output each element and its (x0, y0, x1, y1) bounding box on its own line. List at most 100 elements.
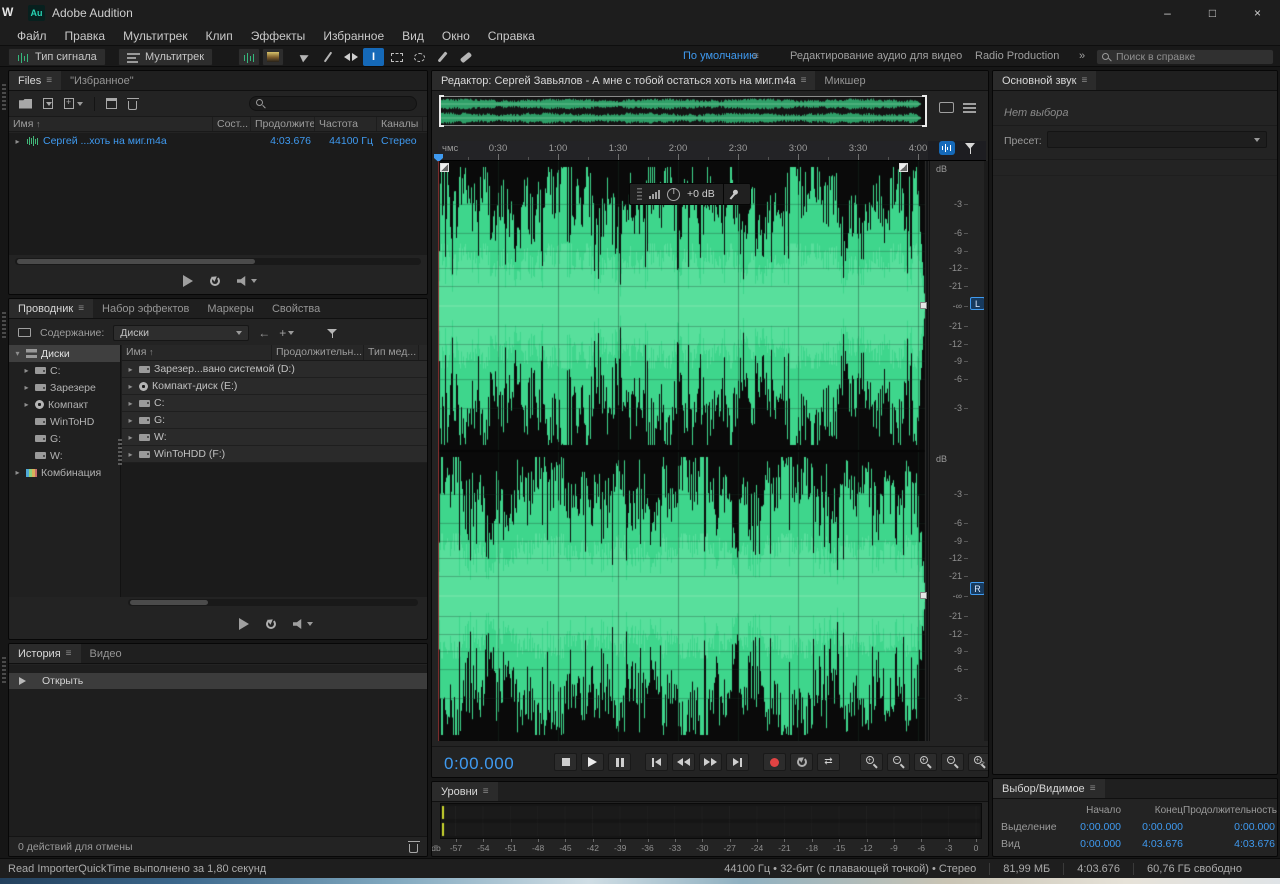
panel-menu-icon[interactable]: ≡ (801, 75, 807, 86)
panel-menu-icon[interactable]: ≡ (1090, 783, 1096, 794)
tree-item-4[interactable]: ▸Компакт (9, 396, 120, 413)
expand-arrow-icon[interactable]: ▸ (126, 365, 135, 374)
loop-playback-button[interactable] (790, 753, 813, 771)
browser-tab-4[interactable]: Свойства (263, 299, 329, 318)
selection-value[interactable]: 4:03.676 (1121, 838, 1183, 850)
file-name-cell[interactable]: ▸Сергей ...хоть на миг.m4a (9, 135, 213, 147)
add-shortcut-button[interactable]: + (279, 326, 294, 340)
menu-item-2[interactable]: Правка (56, 29, 115, 43)
close-button[interactable]: × (1235, 0, 1280, 26)
tree-item-2[interactable]: ▸C: (9, 362, 120, 379)
workspace-menu-icon[interactable]: ≡ (753, 51, 759, 62)
marker-funnel-icon[interactable] (965, 142, 976, 154)
browser-list-item-4[interactable]: ▸G: (122, 412, 427, 429)
skip-selection-button[interactable]: ⇄ (817, 753, 840, 771)
razor-tool[interactable] (317, 48, 338, 66)
files-horizontal-scrollbar[interactable] (15, 258, 421, 265)
record-button[interactable] (763, 753, 786, 771)
panel-menu-icon[interactable]: ≡ (66, 648, 72, 659)
workspace-audio-for-video[interactable]: Редактирование аудио для видео (790, 50, 962, 62)
play-button[interactable] (581, 753, 604, 771)
tree-item-3[interactable]: ▸Зарезере (9, 379, 120, 396)
tab-editor[interactable]: Редактор: Сергей Завьялов - А мне с тобо… (432, 71, 815, 90)
new-item-button[interactable] (64, 98, 83, 109)
panel-grip[interactable] (2, 657, 6, 683)
tab-favorites[interactable]: "Избранное" (61, 71, 143, 90)
preview-play-icon[interactable] (239, 618, 249, 630)
expand-arrow-icon[interactable]: ▸ (126, 382, 135, 391)
tab-files[interactable]: Files ≡ (9, 71, 61, 90)
menu-item-4[interactable]: Клип (197, 29, 242, 43)
scrollbar-thumb[interactable] (130, 600, 208, 605)
transport-overflow-chevron[interactable]: > (979, 758, 985, 769)
skip-to-end-button[interactable] (726, 753, 749, 771)
overview-range-handle-left[interactable] (439, 95, 444, 127)
preset-dropdown[interactable] (1047, 131, 1267, 148)
back-button[interactable]: ← (258, 326, 270, 340)
browser-list-item-5[interactable]: ▸W: (122, 429, 427, 446)
tab-selection-view[interactable]: Выбор/Видимое ≡ (993, 779, 1105, 798)
gain-handle-right-channel[interactable] (920, 592, 927, 599)
overview-range-handle-right[interactable] (922, 95, 927, 127)
expand-arrow-icon[interactable]: ▸ (126, 450, 135, 459)
browser-list-item-3[interactable]: ▸C: (122, 395, 427, 412)
waveform-overview[interactable] (440, 96, 926, 126)
workspace-overflow-chevron[interactable]: » (1079, 50, 1085, 62)
tree-splitter-grip[interactable] (118, 439, 122, 465)
menu-item-6[interactable]: Избранное (314, 29, 393, 43)
rewind-button[interactable] (672, 753, 695, 771)
import-file-icon[interactable] (43, 98, 53, 109)
slip-tool[interactable] (340, 48, 361, 66)
panel-menu-icon[interactable]: ≡ (46, 75, 52, 86)
paintbrush-selection-tool[interactable] (432, 48, 453, 66)
browser-tab-1[interactable]: Проводник≡ (9, 299, 93, 318)
maximize-button[interactable]: □ (1190, 0, 1235, 26)
menu-item-8[interactable]: Окно (433, 29, 479, 43)
history-item[interactable]: Открыть (9, 673, 427, 689)
auto-play-button[interactable] (293, 619, 313, 629)
trash-icon[interactable] (409, 844, 418, 853)
gain-handle-left-channel[interactable] (920, 302, 927, 309)
expand-arrow-icon[interactable]: ▸ (126, 416, 135, 425)
workspace-radio-production[interactable]: Radio Production (975, 50, 1059, 62)
tab-mixer[interactable]: Микшер (815, 71, 874, 90)
zoom-in-amplitude-button[interactable]: + (914, 753, 937, 771)
hud-pin-button[interactable] (723, 183, 743, 205)
browser-column-header[interactable]: Продолжительн... (272, 345, 364, 360)
tree-item-5[interactable]: WinToHD (9, 413, 120, 430)
panel-menu-icon[interactable]: ≡ (78, 303, 84, 314)
zoom-out-amplitude-button[interactable]: − (941, 753, 964, 771)
trash-icon[interactable] (128, 101, 137, 110)
files-column-header[interactable]: Имя ↑ (9, 117, 213, 131)
save-icon[interactable] (106, 98, 117, 109)
browser-list-item-1[interactable]: ▸Зарезер...вано системой (D:) (122, 361, 427, 378)
tab-levels[interactable]: Уровни ≡ (432, 782, 498, 801)
content-dropdown[interactable]: Диски (113, 325, 249, 341)
zoom-in-time-button[interactable]: + (860, 753, 883, 771)
history-tab-2[interactable]: Видео (81, 644, 131, 663)
fast-forward-button[interactable] (699, 753, 722, 771)
workspace-default[interactable]: По умолчанию (683, 50, 757, 62)
time-display[interactable]: 0:00.000 (444, 754, 514, 774)
tree-item-6[interactable]: G: (9, 430, 120, 447)
minimize-button[interactable]: – (1145, 0, 1190, 26)
browser-column-header[interactable]: Тип мед... (364, 345, 419, 360)
expand-arrow-icon[interactable]: ▸ (126, 399, 135, 408)
menu-item-3[interactable]: Мультитрек (114, 29, 196, 43)
files-search-box[interactable] (249, 96, 417, 111)
browser-horizontal-scrollbar[interactable] (128, 599, 418, 606)
multitrack-view-button[interactable]: Мультитрек (118, 48, 213, 66)
expand-arrow-icon[interactable]: ▸ (13, 137, 22, 146)
waveform-display[interactable] (438, 161, 928, 741)
time-selection-tool[interactable]: I (363, 48, 384, 66)
open-folder-icon[interactable] (19, 99, 32, 109)
tree-item-8[interactable]: ▸Комбинация (9, 464, 120, 481)
waveform-view-button[interactable]: Тип сигнала (8, 48, 106, 66)
zoom-out-time-button[interactable]: − (887, 753, 910, 771)
browser-list-item-2[interactable]: ▸Компакт-диск (E:) (122, 378, 427, 395)
selection-value[interactable]: 0:00.000 (1121, 821, 1183, 833)
panel-options-icon[interactable] (963, 102, 976, 113)
browser-column-header[interactable]: Имя ↑ (122, 345, 272, 360)
menu-item-1[interactable]: Файл (8, 29, 56, 43)
selection-value[interactable]: 0:00.000 (1059, 821, 1121, 833)
